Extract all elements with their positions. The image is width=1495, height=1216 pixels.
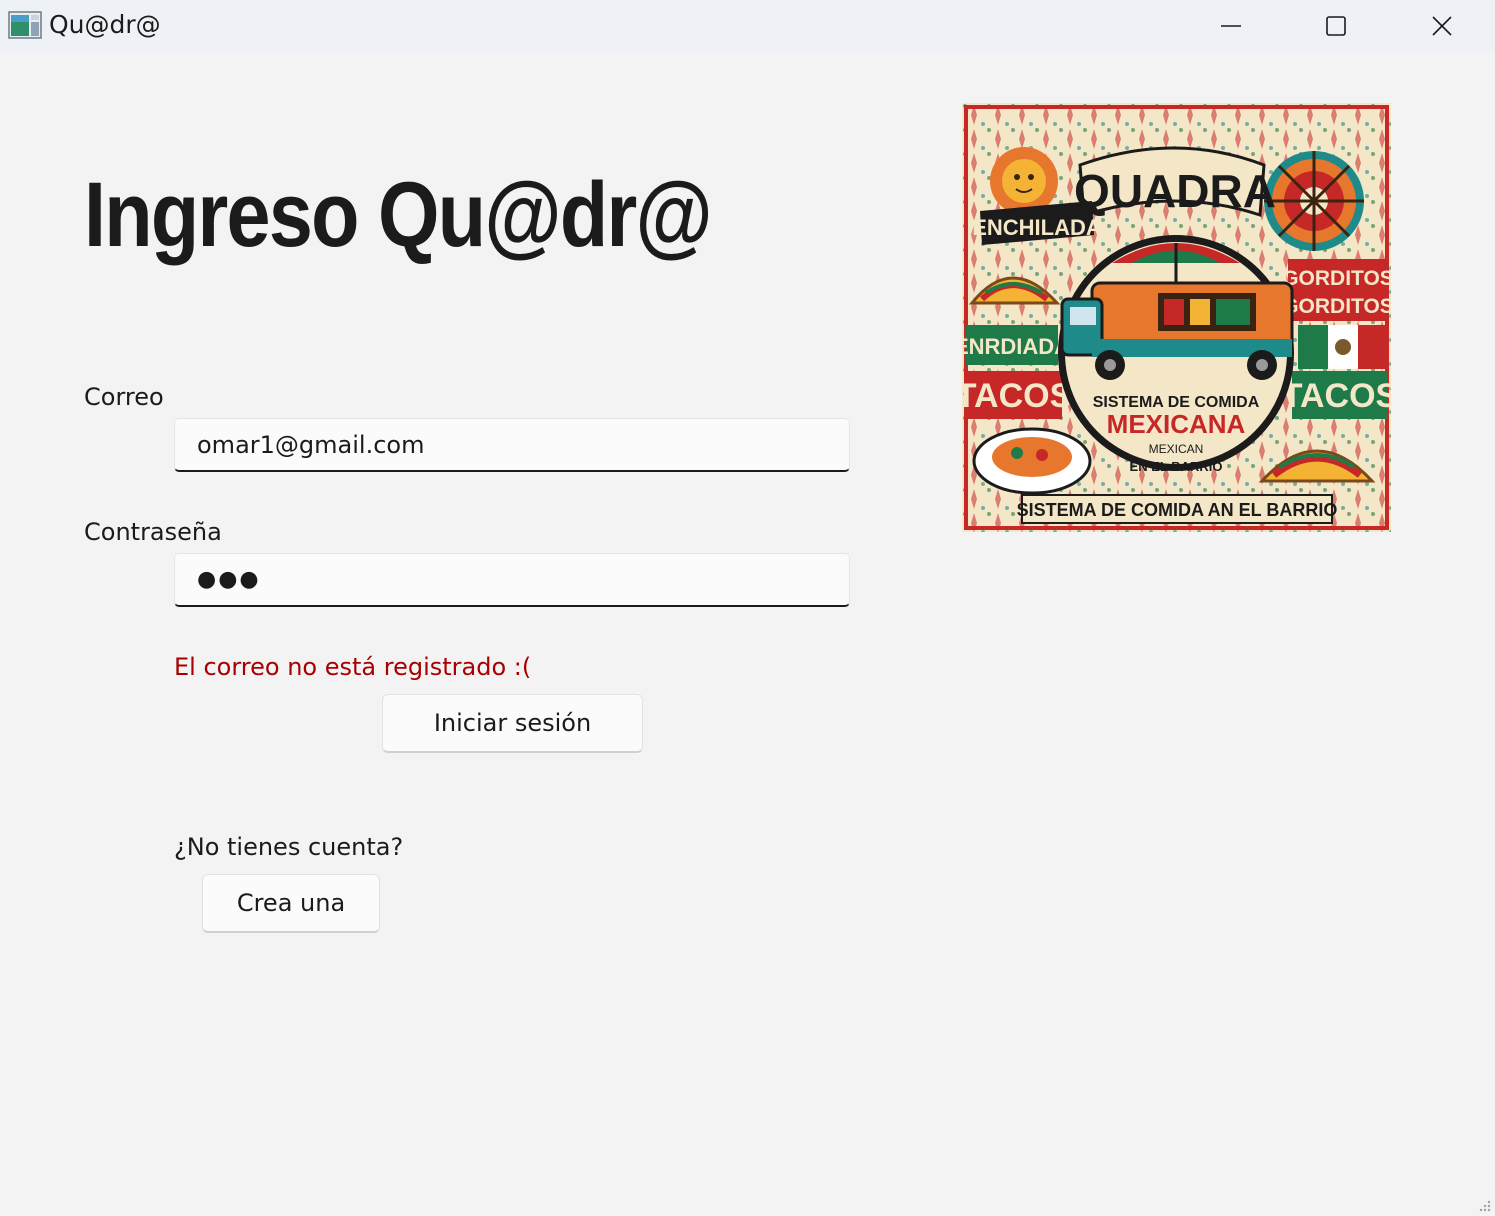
email-field[interactable]: omar1@gmail.com <box>174 418 850 472</box>
poster-text-tacos-left: TACOS <box>962 377 1072 415</box>
poster-text-gorditos-1: GORDITOS <box>1282 267 1391 290</box>
poster-text-quadra: QUADRA <box>1074 165 1276 217</box>
page-title: Ingreso Qu@dr@ <box>84 164 713 266</box>
email-value: omar1@gmail.com <box>197 430 425 459</box>
password-label: Contraseña <box>84 518 222 546</box>
poster-text-enchilada: ENCHILADA <box>972 215 1102 240</box>
maximize-button[interactable] <box>1286 0 1386 52</box>
enrdiada-banner: ENRDIADA <box>962 325 1070 365</box>
decorative-wheel-icon <box>1264 151 1364 251</box>
minimize-button[interactable] <box>1181 0 1281 52</box>
title-bar[interactable]: Qu@dr@ <box>0 0 1495 52</box>
minimize-icon <box>1221 25 1241 27</box>
poster-text-gorditos-2: GORDITOS <box>1282 295 1391 318</box>
tacos-left-banner: TACOS <box>962 371 1072 419</box>
resize-grip-icon[interactable] <box>1477 1198 1491 1212</box>
food-plate-icon <box>972 427 1092 495</box>
quadra-banner: QUADRA <box>1074 146 1276 218</box>
close-icon <box>1432 16 1452 36</box>
create-account-label: Crea una <box>236 889 346 917</box>
password-value: ●●● <box>197 567 261 592</box>
poster-text-enrdiada: ENRDIADA <box>962 334 1070 359</box>
mexico-flag-icon <box>1298 325 1386 369</box>
create-account-button[interactable]: Crea una <box>202 874 380 933</box>
poster-text-en-el-barrio: EN EL BARRIO <box>1130 459 1223 474</box>
email-label: Correo <box>84 383 164 411</box>
tacos-right-banner: TACOS <box>1282 371 1391 419</box>
maximize-icon <box>1326 16 1346 36</box>
sun-icon <box>990 147 1058 215</box>
signup-question: ¿No tienes cuenta? <box>174 833 404 861</box>
app-window-icon <box>8 11 42 39</box>
login-button[interactable]: Iniciar sesión <box>382 694 643 753</box>
bottom-banner: SISTEMA DE COMIDA AN EL BARRIO <box>1017 494 1338 524</box>
poster-text-tacos-right: TACOS <box>1282 377 1391 415</box>
poster-text-bottom: SISTEMA DE COMIDA AN EL BARRIO <box>1017 500 1338 520</box>
window-title: Qu@dr@ <box>49 10 161 39</box>
login-button-label: Iniciar sesión <box>433 709 592 737</box>
restaurant-poster-image: QUADRA ENCHILADA GORDITOS GORDITOS ENRDI… <box>962 103 1391 532</box>
login-window: Qu@dr@ Ingreso Qu@dr@ Correo omar1@gmail… <box>0 0 1495 1216</box>
gorditos-banner: GORDITOS GORDITOS <box>1282 259 1391 321</box>
poster-text-mexican: MEXICAN <box>1149 442 1204 456</box>
error-message: El correo no está registrado :( <box>174 653 532 681</box>
password-field[interactable]: ●●● <box>174 553 850 607</box>
poster-text-mexicana: MEXICANA <box>1107 409 1246 439</box>
close-button[interactable] <box>1392 0 1492 52</box>
